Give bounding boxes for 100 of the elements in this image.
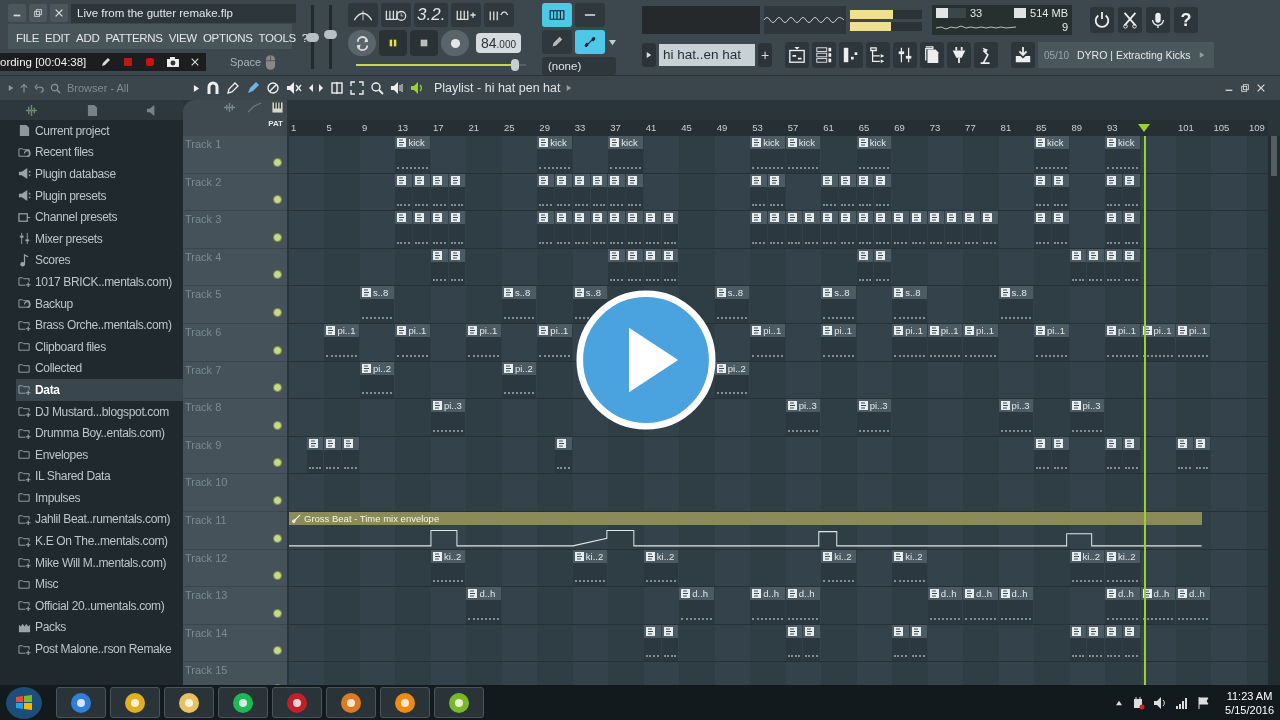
browser-item[interactable]: Post Malone..rson Remake (16, 638, 183, 660)
browser-item[interactable]: Plugin presets (16, 184, 183, 207)
browser-item[interactable]: Plugin database (16, 163, 183, 185)
browser-item[interactable]: Envelopes (16, 443, 183, 466)
pattern-clip[interactable]: kick (608, 136, 643, 173)
menu-item[interactable]: VIEW (168, 32, 197, 44)
pattern-clip[interactable]: kick (1034, 136, 1069, 173)
pattern-clip[interactable]: kick (537, 136, 572, 173)
pattern-clip[interactable]: d..h (1176, 587, 1211, 624)
pattern-clip[interactable]: pi..1 (466, 323, 501, 361)
browser-item[interactable]: Current project (16, 120, 183, 142)
pattern-clip[interactable]: ki..2 (572, 549, 608, 587)
pattern-clip[interactable]: s..8 (714, 286, 750, 323)
pattern-clip[interactable]: d..h (750, 587, 785, 624)
browser-item[interactable]: Jahlil Beat..rumentals.com) (16, 508, 183, 531)
pattern-clip[interactable]: ki..2 (892, 549, 927, 587)
browser-item[interactable]: Collected (16, 357, 183, 380)
pattern-clip[interactable]: kick (750, 136, 785, 173)
add-pattern-button[interactable]: + (758, 43, 772, 67)
browser-item[interactable]: Scores (16, 249, 183, 272)
clip-label: s..8 (905, 287, 921, 299)
pattern-clip[interactable]: d..h (1140, 587, 1175, 624)
pattern-clip[interactable]: ki..2 (1069, 549, 1104, 587)
clock-time[interactable]: 11:23 AM (1226, 688, 1273, 703)
pattern-clip[interactable]: d..h (785, 587, 821, 624)
browser-item[interactable]: Backup (16, 292, 183, 315)
pattern-clip[interactable]: d..h (927, 587, 963, 624)
pattern-clip[interactable]: pi..1 (324, 323, 359, 361)
tempo-display[interactable]: 84.000 (476, 33, 522, 53)
pattern-clip[interactable]: ki..2 (1105, 549, 1140, 587)
pattern-clip[interactable]: pi..3 (430, 399, 466, 436)
pattern-clip[interactable]: s..8 (501, 286, 537, 323)
pattern-clip[interactable]: kick (856, 136, 892, 173)
pattern-clip[interactable]: pi..1 (927, 323, 963, 361)
snap-dropdown[interactable]: (none) (542, 57, 616, 75)
pattern-clip[interactable]: ki..2 (430, 549, 466, 587)
pattern-clip[interactable]: kick (785, 136, 821, 173)
browser-item[interactable]: K.E On The..mentals.com) (16, 530, 183, 552)
pattern-clip[interactable]: pi..1 (892, 323, 927, 361)
pattern-clip[interactable]: pi..1 (537, 323, 572, 361)
time-format-button[interactable]: 3.2. (414, 3, 449, 27)
help-button[interactable]: ? (1174, 7, 1198, 33)
pattern-clip[interactable]: d..h (998, 587, 1034, 624)
browser-item[interactable]: Channel presets (16, 206, 183, 228)
pattern-selector[interactable]: hi hat..en hat (659, 44, 755, 66)
pattern-clip[interactable]: pi..3 (785, 399, 821, 436)
pattern-clip[interactable]: s..8 (821, 286, 856, 323)
pattern-clip[interactable]: pi..2 (714, 361, 750, 399)
track-name: Track 12 (185, 551, 228, 564)
browser-item[interactable]: 1017 BRICK..mentals.com) (16, 271, 183, 293)
browser-item[interactable]: Data (16, 379, 183, 401)
pattern-clip[interactable]: pi..3 (998, 399, 1034, 436)
menu-item[interactable]: PATTERNS (105, 32, 163, 44)
pattern-clip[interactable]: d..h (679, 587, 714, 624)
browser-item[interactable]: Mixer presets (16, 227, 183, 250)
pattern-clip[interactable]: d..h (963, 587, 998, 624)
menu-item[interactable]: EDIT (45, 32, 71, 44)
pattern-clip[interactable]: pi..2 (501, 361, 537, 399)
menu-item[interactable]: FILE (16, 32, 40, 44)
pattern-clip[interactable]: kick (1105, 136, 1140, 173)
browser-item[interactable]: Drumma Boy..entals.com) (16, 422, 183, 444)
pattern-clip[interactable]: d..h (466, 587, 501, 624)
pattern-clip[interactable]: d..h (1105, 587, 1140, 624)
clip-label: pi..1 (479, 324, 498, 336)
pattern-clip[interactable]: s..8 (998, 286, 1034, 323)
pattern-clip[interactable]: kick (395, 136, 430, 173)
clip-label: kick (1118, 137, 1135, 148)
mode-label[interactable]: PAT (268, 119, 283, 128)
pattern-clip[interactable]: pi..3 (856, 399, 892, 436)
menu-item[interactable]: TOOLS (258, 32, 296, 44)
menu-item[interactable]: OPTIONS (202, 32, 253, 44)
pattern-clip[interactable]: pi..1 (750, 323, 785, 361)
browser-item[interactable]: Brass Orche..mentals.com) (16, 314, 183, 336)
pattern-clip[interactable]: pi..1 (963, 323, 998, 361)
pattern-clip[interactable]: ki..2 (821, 549, 856, 587)
browser-item[interactable]: Clipboard files (16, 335, 183, 358)
pattern-clip[interactable]: ki..2 (643, 549, 679, 587)
browser-item[interactable]: IL Shared Data (16, 465, 183, 488)
browser-item[interactable]: Mike Will M..mentals.com) (16, 551, 183, 574)
pattern-clip[interactable]: pi..3 (1069, 399, 1104, 436)
pattern-clip[interactable]: s..8 (359, 286, 395, 323)
browser-item[interactable]: Packs (16, 616, 183, 639)
pattern-clip[interactable]: pi..1 (1176, 323, 1211, 361)
browser-item[interactable]: Recent files (16, 141, 183, 164)
browser-item[interactable]: Official 20..umentals.com) (16, 595, 183, 617)
timeline-ruler[interactable]: 1 5 9 13 17 21 25 29 33 37 41 45 49 53 57 61 65 69 73 77 81 85 89 93 101 105 109 (289, 120, 1268, 136)
pattern-clip[interactable]: pi..1 (1034, 323, 1069, 361)
browser-item[interactable]: Misc (16, 573, 183, 596)
clock-date[interactable]: 5/15/2016 (1225, 702, 1274, 717)
browser-item[interactable]: DJ Mustard...blogspot.com (16, 400, 183, 423)
browser-item[interactable]: Impulses (16, 487, 183, 509)
pattern-clip[interactable]: pi..1 (395, 323, 430, 361)
pattern-clip[interactable]: pi..1 (1105, 323, 1140, 361)
pattern-clip[interactable]: pi..1 (821, 323, 856, 361)
pattern-clip[interactable]: s..8 (892, 286, 927, 323)
news-text[interactable]: DYRO | Extracting Kicks (1077, 49, 1191, 61)
clip-label: d..h (976, 588, 992, 600)
pattern-clip[interactable]: pi..2 (359, 361, 395, 399)
bar-number: 49 (716, 122, 728, 133)
menu-item[interactable]: ADD (76, 32, 100, 44)
